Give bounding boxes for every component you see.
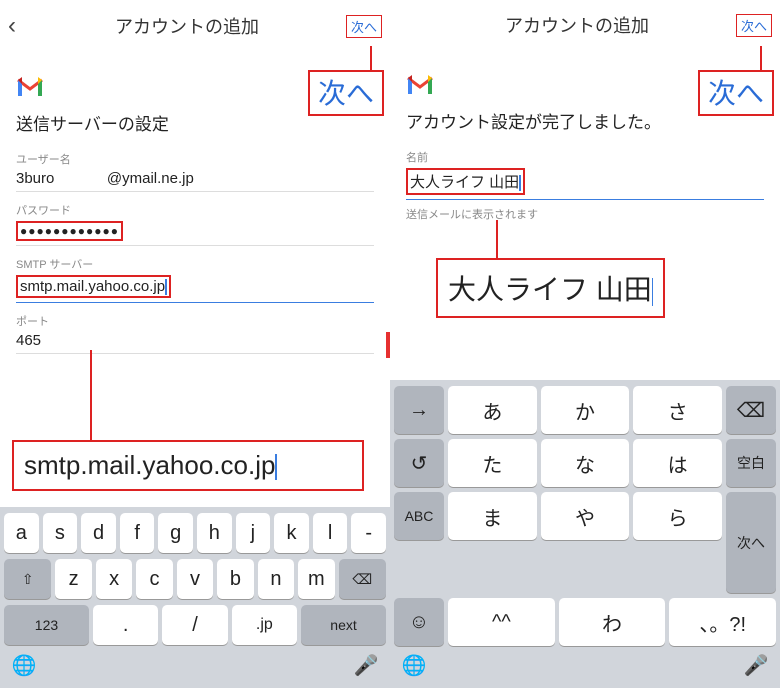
jkey-2-2[interactable]: や [541, 492, 630, 540]
smtp-callout: smtp.mail.yahoo.co.jp [12, 440, 364, 491]
port-field[interactable]: 465 [16, 329, 374, 354]
jkey-0-2[interactable]: か [541, 386, 630, 434]
globe-icon[interactable]: 🌐 [394, 653, 434, 678]
jkey-3-2[interactable]: わ [559, 598, 666, 646]
next-button-callout: 次へ [698, 70, 774, 116]
key-v[interactable]: v [177, 559, 213, 599]
password-callout: ●●●●●●●●●●●● [16, 221, 123, 241]
smtp-field[interactable]: smtp.mail.yahoo.co.jp [16, 272, 374, 303]
next-button-callout: 次へ [308, 70, 384, 116]
name-label: 名前 [406, 149, 764, 165]
backspace-key[interactable]: ⌫ [339, 559, 386, 599]
jkey-0-4[interactable]: ⌫ [726, 386, 776, 434]
keyboard-jp: →あかさ⌫ ↺たなは空白 ABCまやら次へ ☺^^わ、。?! 🌐 🎤 [390, 380, 780, 688]
key-l[interactable]: l [313, 513, 348, 553]
key-dot[interactable]: . [93, 605, 158, 645]
keyboard: asdfghjkl- ⇧zxcvbnm⌫ 123 . / .jp next 🌐 … [0, 507, 390, 688]
page-title: アカウントの追加 [418, 12, 736, 38]
key-123[interactable]: 123 [4, 605, 89, 645]
username-label: ユーザー名 [16, 151, 374, 167]
header: アカウントの追加 次へ [390, 0, 780, 48]
jkey-2-3[interactable]: ら [633, 492, 722, 540]
key-slash[interactable]: / [162, 605, 227, 645]
jkey-2-4[interactable]: 次へ [726, 492, 776, 593]
key-f[interactable]: f [120, 513, 155, 553]
annotation-line [90, 350, 92, 440]
jkey-0-3[interactable]: さ [633, 386, 722, 434]
smtp-label: SMTP サーバー [16, 256, 374, 272]
screen-right: アカウントの追加 次へ 次へ アカウント設定が完了しました。 名前 大人ライフ … [390, 0, 780, 688]
jkey-3-3[interactable]: 、。?! [669, 598, 776, 646]
jkey-0-0[interactable]: → [394, 386, 444, 434]
key-a[interactable]: a [4, 513, 39, 553]
name-callout: 大人ライフ 山田 [436, 258, 665, 318]
jkey-1-4[interactable]: 空白 [726, 439, 776, 487]
gmail-logo-icon [406, 74, 434, 96]
key-k[interactable]: k [274, 513, 309, 553]
mic-icon[interactable]: 🎤 [736, 653, 776, 678]
key-g[interactable]: g [158, 513, 193, 553]
annotation-line [370, 46, 372, 70]
next-button-small[interactable]: 次へ [346, 15, 382, 38]
annotation-line [760, 46, 762, 70]
key-n[interactable]: n [258, 559, 294, 599]
jkey-1-3[interactable]: は [633, 439, 722, 487]
key-m[interactable]: m [298, 559, 334, 599]
back-icon[interactable]: ‹ [8, 12, 28, 40]
annotation-line [496, 220, 498, 260]
name-hint: 送信メールに表示されます [406, 206, 764, 222]
key-j[interactable]: j [236, 513, 271, 553]
key-c[interactable]: c [136, 559, 172, 599]
jkey-0-1[interactable]: あ [448, 386, 537, 434]
header: ‹ アカウントの追加 次へ [0, 0, 390, 50]
key--[interactable]: - [351, 513, 386, 553]
jkey-3-1[interactable]: ^^ [448, 598, 555, 646]
key-s[interactable]: s [43, 513, 78, 553]
name-field[interactable]: 大人ライフ 山田 [406, 165, 764, 200]
jkey-2-0[interactable]: ABC [394, 492, 444, 540]
page-title: アカウントの追加 [28, 13, 346, 39]
port-label: ポート [16, 313, 374, 329]
username-field[interactable]: 3buroxxxxxxx@ymail.ne.jp [16, 167, 374, 192]
jkey-1-0[interactable]: ↺ [394, 439, 444, 487]
key-x[interactable]: x [96, 559, 132, 599]
jkey-3-0[interactable]: ☺ [394, 598, 444, 646]
next-button-small[interactable]: 次へ [736, 14, 772, 37]
shift-key[interactable]: ⇧ [4, 559, 51, 599]
key-b[interactable]: b [217, 559, 253, 599]
mic-icon[interactable]: 🎤 [346, 653, 386, 678]
key-next[interactable]: next [301, 605, 386, 645]
jkey-1-1[interactable]: た [448, 439, 537, 487]
key-d[interactable]: d [81, 513, 116, 553]
jkey-1-2[interactable]: な [541, 439, 630, 487]
key-h[interactable]: h [197, 513, 232, 553]
password-field[interactable]: ●●●●●●●●●●●● [16, 218, 374, 246]
jkey-2-1[interactable]: ま [448, 492, 537, 540]
password-label: パスワード [16, 202, 374, 218]
key-z[interactable]: z [55, 559, 91, 599]
screen-left: ‹ アカウントの追加 次へ 次へ 送信サーバーの設定 ユーザー名 3buroxx… [0, 0, 390, 688]
key-jp[interactable]: .jp [232, 605, 297, 645]
globe-icon[interactable]: 🌐 [4, 653, 44, 678]
gmail-logo-icon [16, 76, 44, 98]
